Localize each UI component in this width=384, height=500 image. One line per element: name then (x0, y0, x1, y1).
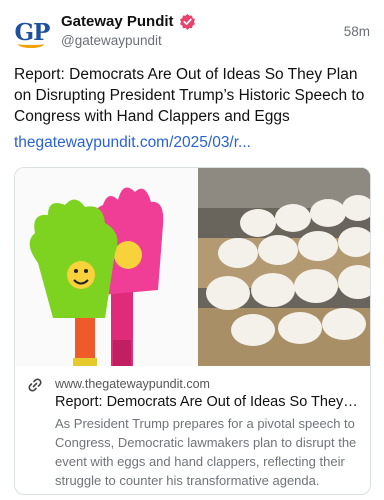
hand-clappers-image (15, 168, 198, 370)
avatar[interactable]: GP (14, 14, 50, 50)
link-icon (28, 378, 42, 392)
link-preview-domain: www.thegatewaypundit.com (55, 377, 210, 391)
link-preview-card[interactable]: www.thegatewaypundit.com Report: Democra… (14, 167, 371, 495)
post-timestamp[interactable]: 58m (344, 24, 370, 39)
verified-badge-icon (179, 13, 195, 30)
author-handle[interactable]: @gatewaypundit (61, 33, 162, 48)
author-display-name[interactable]: Gateway Pundit (61, 13, 174, 30)
eggs-image (198, 168, 370, 366)
post-text: Report: Democrats Are Out of Ideas So Th… (14, 66, 365, 125)
link-preview-image[interactable] (15, 168, 370, 370)
post-link[interactable]: thegatewaypundit.com/2025/03/r... (14, 134, 251, 152)
link-preview-title[interactable]: Report: Democrats Are Out of Ideas So Th… (55, 394, 360, 410)
post[interactable]: GP Gateway Pundit @gatewaypundit 58m Rep… (0, 0, 384, 500)
avatar-swoosh (18, 40, 44, 48)
link-preview-description: As President Trump prepares for a pivota… (55, 416, 357, 488)
author-name-row: Gateway Pundit (61, 13, 196, 30)
